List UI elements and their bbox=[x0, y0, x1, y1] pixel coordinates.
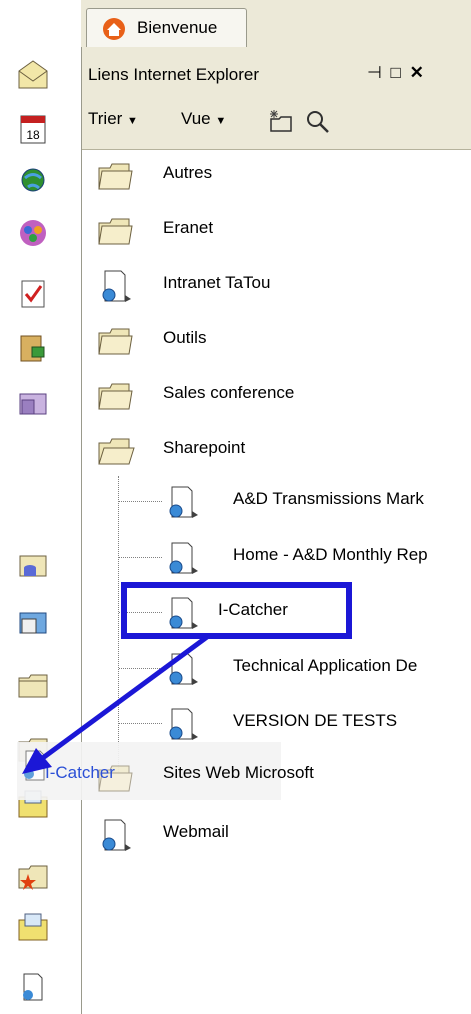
tree-item-autres[interactable]: Autres bbox=[95, 150, 465, 200]
envelope-icon[interactable] bbox=[16, 57, 50, 91]
tree-connector bbox=[119, 501, 162, 502]
shortcut-strip: 18 bbox=[0, 0, 81, 1014]
new-folder-icon[interactable] bbox=[266, 108, 294, 134]
folder-icon bbox=[98, 328, 133, 355]
bank-folder-icon[interactable] bbox=[16, 605, 50, 639]
tree-item-label: Technical Application De bbox=[233, 656, 418, 675]
tree-connector bbox=[119, 668, 162, 669]
web-link-icon bbox=[169, 708, 198, 740]
tree-item-label: Autres bbox=[163, 163, 213, 182]
web-link-icon bbox=[169, 542, 198, 574]
folder-icon bbox=[98, 163, 133, 190]
web-link-icon bbox=[169, 653, 198, 685]
tab-label: Bienvenue bbox=[137, 18, 218, 37]
view-button[interactable]: Vue ▼ bbox=[181, 109, 226, 129]
contacts-icon[interactable] bbox=[16, 216, 50, 250]
calendar-icon[interactable]: 18 bbox=[16, 112, 50, 146]
tree-item-label: Webmail bbox=[163, 822, 229, 841]
tree-item-intranet-tatou[interactable]: Intranet TaTou bbox=[95, 260, 465, 310]
database-folder-icon[interactable] bbox=[16, 548, 50, 582]
home-icon bbox=[103, 18, 125, 40]
sort-button[interactable]: Trier ▼ bbox=[88, 109, 138, 129]
tree-item-label: Sales conference bbox=[163, 383, 295, 402]
tree-item-webmail[interactable]: Webmail bbox=[95, 809, 465, 859]
tree-item-label: Outils bbox=[163, 328, 207, 347]
folder-icon bbox=[98, 383, 133, 410]
search-icon[interactable] bbox=[305, 109, 331, 135]
web-link-icon[interactable] bbox=[16, 970, 50, 1004]
tree-item-outils[interactable]: Outils bbox=[95, 315, 465, 365]
tree-connector bbox=[119, 557, 162, 558]
tree-item-sharepoint[interactable]: Sharepoint bbox=[95, 425, 465, 475]
tree-item-version-de-tests[interactable]: VERSION DE TESTS bbox=[162, 698, 471, 748]
tree-connector bbox=[119, 723, 162, 724]
tree-item-label: Sites Web Microsoft bbox=[163, 763, 314, 782]
mail-envelope-icon[interactable] bbox=[16, 910, 50, 944]
view-label: Vue bbox=[181, 109, 211, 128]
pin-icon[interactable]: ⊣ bbox=[367, 63, 382, 82]
drag-ghost-label: I-Catcher bbox=[45, 763, 115, 782]
folder-open-icon bbox=[98, 438, 135, 465]
tree-item-technical-application[interactable]: Technical Application De bbox=[162, 643, 471, 693]
tree-item-label: A&D Transmissions Mark bbox=[233, 489, 424, 508]
tree-item-eranet[interactable]: Eranet bbox=[95, 205, 465, 255]
tree-item-label: Sharepoint bbox=[163, 438, 246, 457]
tree-item-home-ad-monthly[interactable]: Home - A&D Monthly Rep bbox=[162, 532, 471, 582]
tree-item-label: Home - A&D Monthly Rep bbox=[233, 545, 428, 564]
folder-icon bbox=[98, 218, 133, 245]
panel-header-controls: ⊣ □ ✕ bbox=[367, 63, 424, 83]
favorites-folder-icon[interactable] bbox=[16, 859, 50, 893]
notes-icon[interactable] bbox=[16, 331, 50, 365]
tree-connector bbox=[118, 476, 119, 772]
tasks-icon[interactable] bbox=[16, 276, 50, 310]
web-link-icon bbox=[169, 486, 198, 518]
globe-icon[interactable] bbox=[16, 163, 50, 197]
highlight-box bbox=[121, 582, 352, 639]
close-icon[interactable]: ✕ bbox=[410, 63, 424, 82]
tree-item-label: Intranet TaTou bbox=[163, 273, 271, 292]
tree-item-label: Eranet bbox=[163, 218, 214, 237]
folder-icon[interactable] bbox=[16, 668, 50, 702]
dropdown-arrow-icon: ▼ bbox=[127, 115, 138, 127]
tree-item-label: VERSION DE TESTS bbox=[233, 711, 398, 730]
restore-icon[interactable]: □ bbox=[391, 63, 401, 82]
panel-title: Liens Internet Explorer bbox=[88, 65, 260, 84]
tab-bienvenue[interactable]: Bienvenue bbox=[86, 8, 247, 47]
web-link-icon bbox=[102, 270, 131, 302]
tree-item-ad-transmissions[interactable]: A&D Transmissions Mark bbox=[162, 476, 471, 526]
tree-item-sales-conference[interactable]: Sales conference bbox=[95, 370, 465, 420]
archive-folder-icon[interactable] bbox=[16, 386, 50, 420]
svg-text:18: 18 bbox=[26, 128, 40, 142]
web-link-icon bbox=[102, 819, 131, 851]
sort-label: Trier bbox=[88, 109, 123, 128]
dropdown-arrow-icon: ▼ bbox=[215, 115, 227, 127]
